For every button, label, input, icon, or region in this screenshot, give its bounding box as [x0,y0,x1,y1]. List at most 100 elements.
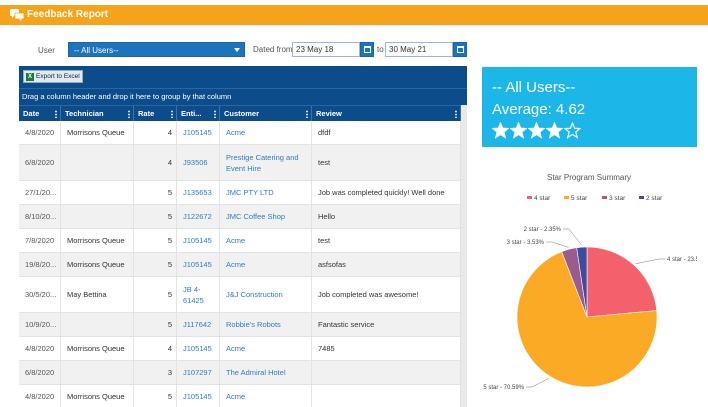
column-menu-icon[interactable] [455,110,457,118]
column-header-label: Review [316,109,342,118]
group-drop-area[interactable]: Drag a column header and drop it here to… [19,88,467,105]
column-menu-icon[interactable] [55,110,57,118]
cell-entity[interactable]: JB 4-61425 [177,277,220,312]
cell-entity[interactable]: J107297 [177,361,220,384]
cell-customer[interactable]: Acme [220,121,312,144]
cell-customer[interactable]: Acme [220,253,312,276]
slice-label: 3 star - 3.53% [507,240,545,246]
slice-label: 5 star - 70.59% [483,385,524,391]
cell-date: 4/8/2020 [19,385,61,407]
cell-customer[interactable]: Prestige Catering and Event Hire [220,145,312,180]
legend-swatch [564,196,569,199]
cell-rate: 5 [134,277,177,312]
cell-date: 8/10/20... [19,205,61,228]
table-row[interactable]: 8/10/20... 5 J122672 JMC Coffee Shop Hello [19,205,467,229]
cell-rate: 4 [134,337,177,360]
cell-entity[interactable]: J93506 [177,145,220,180]
table-row[interactable]: 19/8/20... Morrisons Queue 5 J105145 Acme asf… [19,253,467,277]
dated-from-label: Dated from [253,45,293,54]
cell-customer[interactable]: Acme [220,337,312,360]
cell-customer[interactable]: Acme [220,229,312,252]
chat-bubbles-icon [10,9,24,21]
table-row[interactable]: 10/9/20... 5 J117642 Robbie's Robots Fantast… [19,313,467,337]
cell-review: Job was completed quickly! Well done [312,181,461,204]
column-header-review[interactable]: Review [312,106,461,122]
cell-review [312,385,461,407]
table-row[interactable]: 4/8/2020 Morrisons Queue 5 J105145 Acme [19,385,467,407]
cell-technician [61,313,134,336]
cell-entity[interactable]: J135653 [177,181,220,204]
cell-entity[interactable]: J105145 [177,385,220,407]
column-header-technician[interactable]: Technician [61,106,134,122]
column-menu-icon[interactable] [214,110,216,118]
table-row[interactable]: 6/8/2020 3 J107297 The Admiral Hotel [19,361,467,385]
column-header-label: Rate [138,109,155,118]
cell-entity[interactable]: J105145 [177,229,220,252]
column-menu-icon[interactable] [306,110,308,118]
cell-entity[interactable]: J117642 [177,313,220,336]
vertical-scrollbar[interactable] [461,105,467,407]
user-label: User [38,46,55,55]
table-row[interactable]: 4/8/2020 Morrisons Queue 4 J105145 Acme dfdf [19,121,467,145]
selected-users: -- All Users-- [492,79,576,96]
chevron-down-icon [234,48,240,52]
cell-date: 19/8/20... [19,253,61,276]
date-to-input[interactable]: 30 May 21 [385,42,453,57]
cell-review [312,361,461,384]
date-from-input[interactable]: 23 May 18 [292,42,360,57]
table-row[interactable]: 27/1/20... 5 J135653 JMC PTY LTD Job was com… [19,181,467,205]
cell-review: Fantastic service [312,313,461,336]
user-select[interactable]: -- All Users-- [68,42,245,57]
calendar-icon [364,46,371,53]
cell-customer[interactable]: J&J Construction [220,277,312,312]
date-from-calendar-button[interactable] [360,42,374,57]
cell-technician [61,361,134,384]
star-filled-icon [509,121,528,139]
cell-customer[interactable]: Acme [220,385,312,407]
slice-label: 2 star - 2.35% [524,227,562,233]
table-row[interactable]: 7/8/2020 Morrisons Queue 5 J105145 Acme test [19,229,467,253]
column-header-date[interactable]: Date [19,106,61,122]
column-header-entity[interactable]: Enti... [177,106,220,122]
column-header-rate[interactable]: Rate [134,106,177,122]
cell-customer[interactable]: The Admiral Hotel [220,361,312,384]
cell-review: Hello [312,205,461,228]
cell-customer[interactable]: Robbie's Robots [220,313,312,336]
table-row[interactable]: 4/8/2020 Morrisons Queue 4 J105145 Acme 7485 [19,337,467,361]
cell-review: test [312,145,461,180]
date-to-calendar-button[interactable] [453,42,467,57]
grid-toolbar: X Export to Excel [19,66,467,88]
cell-rate: 4 [134,145,177,180]
cell-entity[interactable]: J122672 [177,205,220,228]
export-to-excel-button[interactable]: X Export to Excel [23,70,83,83]
cell-customer[interactable]: JMC PTY LTD [220,181,312,204]
column-menu-icon[interactable] [171,110,173,118]
cell-entity[interactable]: J105145 [177,337,220,360]
cell-technician: Morrisons Queue [61,121,134,144]
cell-technician: Morrisons Queue [61,253,134,276]
legend-label: 5 star [571,195,588,202]
page-header: Feedback Report [0,5,708,25]
star-rating [491,121,582,140]
cell-entity[interactable]: J105145 [177,121,220,144]
export-label: Export to Excel [36,73,80,80]
to-label: to [377,45,384,54]
cell-rate: 5 [134,313,177,336]
cell-customer[interactable]: JMC Coffee Shop [220,205,312,228]
column-menu-icon[interactable] [128,110,130,118]
cell-date: 10/9/20... [19,313,61,336]
cell-entity[interactable]: J105145 [177,253,220,276]
cell-rate: 4 [134,121,177,144]
star-empty-icon [563,121,582,139]
cell-technician: Morrisons Queue [61,229,134,252]
average-rating: Average: 4.62 [492,101,586,118]
cell-date: 4/8/2020 [19,121,61,144]
table-row[interactable]: 6/8/2020 4 J93506 Prestige Catering and Eve… [19,145,467,181]
table-row[interactable]: 30/5/20... May Bettina 5 JB 4-61425 J&J Cons… [19,277,467,313]
cell-rate: 5 [134,205,177,228]
column-header-customer[interactable]: Customer [220,106,312,122]
cell-review: Job completed was awesome! [312,277,461,312]
legend-swatch [602,196,607,199]
star-program-chart: Star Program Summary 4 star 5 star 3 star 2 … [483,173,697,391]
user-select-value: -- All Users-- [74,46,119,55]
